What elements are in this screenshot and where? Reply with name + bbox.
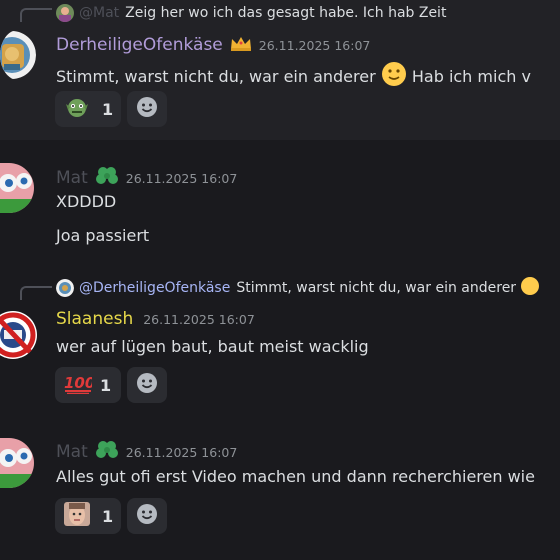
reply-author[interactable]: @Mat: [79, 5, 119, 21]
smiley-icon: [136, 96, 158, 122]
message-header: Slaanesh 26.11.2025 16:07: [56, 309, 255, 329]
username[interactable]: Slaanesh: [56, 309, 133, 329]
add-reaction-button[interactable]: [127, 367, 167, 403]
reply-connector: [20, 286, 52, 300]
reply-preview[interactable]: @DerheiligeOfenkäse Stimmt, warst nicht …: [56, 277, 540, 299]
goblin-emoji: [64, 95, 90, 123]
username[interactable]: Mat: [56, 168, 88, 188]
avatar[interactable]: [0, 30, 36, 80]
message-text: Stimmt, warst nicht du, war ein anderer …: [56, 61, 531, 91]
avatar[interactable]: [0, 438, 34, 488]
message-mat-1[interactable]: Mat 26.11.2025 16:07 XDDDD Joa passiert: [0, 140, 560, 260]
message-header: DerheiligeOfenkäse 26.11.2025 16:07: [56, 34, 370, 56]
reply-avatar: [56, 4, 74, 22]
message-text: Joa passiert: [56, 226, 150, 245]
reaction-count: 1: [102, 99, 114, 119]
face-photo-emoji: [64, 502, 90, 530]
message-mat-2[interactable]: Mat 26.11.2025 16:07 Alles gut ofi erst …: [0, 420, 560, 560]
slightly-smiling-face-emoji: [381, 61, 407, 91]
reply-avatar: [56, 279, 74, 297]
reply-text: Zeig her wo ich das gesagt habe. Ich hab…: [125, 5, 447, 21]
slightly-smiling-face-emoji: [520, 276, 540, 300]
timestamp: 26.11.2025 16:07: [258, 37, 371, 53]
smiley-icon: [136, 372, 158, 398]
reaction-count: 1: [102, 506, 114, 526]
message-text-part: Hab ich mich v: [411, 67, 531, 86]
message-ofenkaese[interactable]: @Mat Zeig her wo ich das gesagt habe. Ic…: [0, 0, 560, 140]
reply-connector: [20, 8, 52, 22]
avatar[interactable]: [0, 310, 38, 360]
reaction-goblin[interactable]: 1: [55, 91, 121, 127]
message-text: wer auf lügen baut, baut meist wacklig: [56, 337, 369, 356]
reply-text: Stimmt, warst nicht du, war ein anderer: [236, 280, 517, 296]
reply-mention[interactable]: @DerheiligeOfenkäse: [79, 280, 230, 296]
add-reaction-button[interactable]: [127, 91, 167, 127]
message-slaanesh[interactable]: @DerheiligeOfenkäse Stimmt, warst nicht …: [0, 272, 560, 412]
add-reaction-button[interactable]: [127, 498, 167, 534]
svg-text:100: 100: [64, 374, 92, 392]
smiley-icon: [136, 503, 158, 529]
message-text-part: Stimmt, warst nicht du, war ein anderer: [56, 67, 376, 86]
username[interactable]: DerheiligeOfenkäse: [56, 35, 223, 55]
clover-icon: [94, 438, 120, 466]
timestamp: 26.11.2025 16:07: [143, 311, 255, 327]
message-header: Mat 26.11.2025 16:07: [56, 164, 237, 192]
message-header: Mat 26.11.2025 16:07: [56, 438, 237, 466]
reaction-100[interactable]: 100 1: [55, 367, 121, 403]
reply-preview[interactable]: @Mat Zeig her wo ich das gesagt habe. Ic…: [56, 2, 446, 24]
username[interactable]: Mat: [56, 442, 88, 462]
message-text: XDDDD: [56, 192, 117, 211]
timestamp: 26.11.2025 16:07: [125, 444, 238, 460]
100-emoji: 100: [64, 372, 95, 398]
reaction-count: 1: [100, 375, 112, 395]
message-text: Alles gut ofi erst Video machen und dann…: [56, 467, 535, 486]
timestamp: 26.11.2025 16:07: [125, 170, 238, 186]
avatar[interactable]: [0, 163, 34, 213]
crown-icon: [229, 34, 253, 56]
reaction-face-photo[interactable]: 1: [55, 498, 121, 534]
clover-icon: [94, 164, 120, 192]
